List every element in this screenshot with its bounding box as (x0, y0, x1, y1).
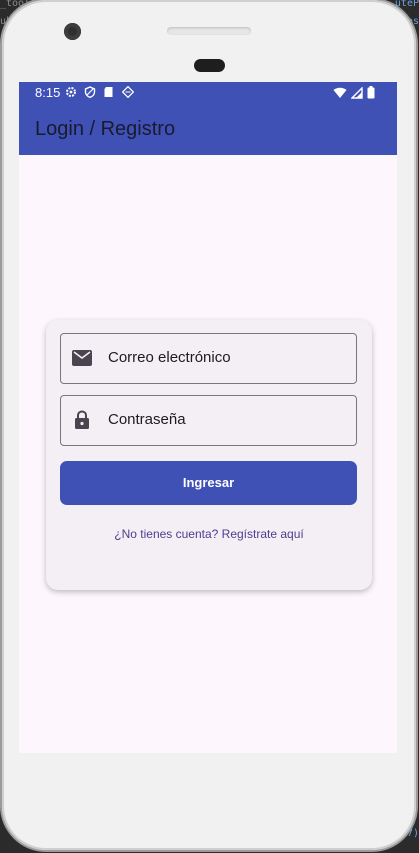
page-title: Login / Registro (35, 118, 176, 140)
background-code-text: uteP (394, 0, 419, 9)
email-field-label: Correo electrónico (108, 349, 231, 366)
password-field[interactable]: Contraseña (60, 395, 357, 446)
device-screen: 8:15 Login / Registro Correo electrónico… (19, 82, 397, 753)
phone-frame: 8:15 Login / Registro Correo electrónico… (2, 0, 416, 850)
earpiece-speaker (167, 27, 251, 35)
proximity-sensor (194, 59, 225, 72)
login-button[interactable]: Ingresar (60, 461, 357, 505)
login-card: Correo electrónico Contraseña Ingresar ¿… (46, 320, 372, 590)
battery-icon (367, 86, 375, 104)
email-field[interactable]: Correo electrónico (60, 333, 357, 384)
shield-icon (83, 85, 96, 98)
register-link[interactable]: ¿No tienes cuenta? Regístrate aquí (46, 527, 372, 541)
sd-card-icon (102, 85, 115, 98)
app-bar: Login / Registro (19, 104, 397, 155)
signal-icon (350, 86, 363, 104)
password-field-label: Contraseña (108, 411, 186, 428)
settings-icon (64, 85, 77, 98)
lock-icon (72, 410, 92, 430)
front-camera (64, 23, 81, 40)
mail-icon (72, 348, 92, 368)
status-bar: 8:15 (19, 82, 397, 104)
wifi-icon (333, 86, 347, 104)
status-time: 8:15 (35, 85, 61, 100)
sync-icon (121, 85, 134, 98)
